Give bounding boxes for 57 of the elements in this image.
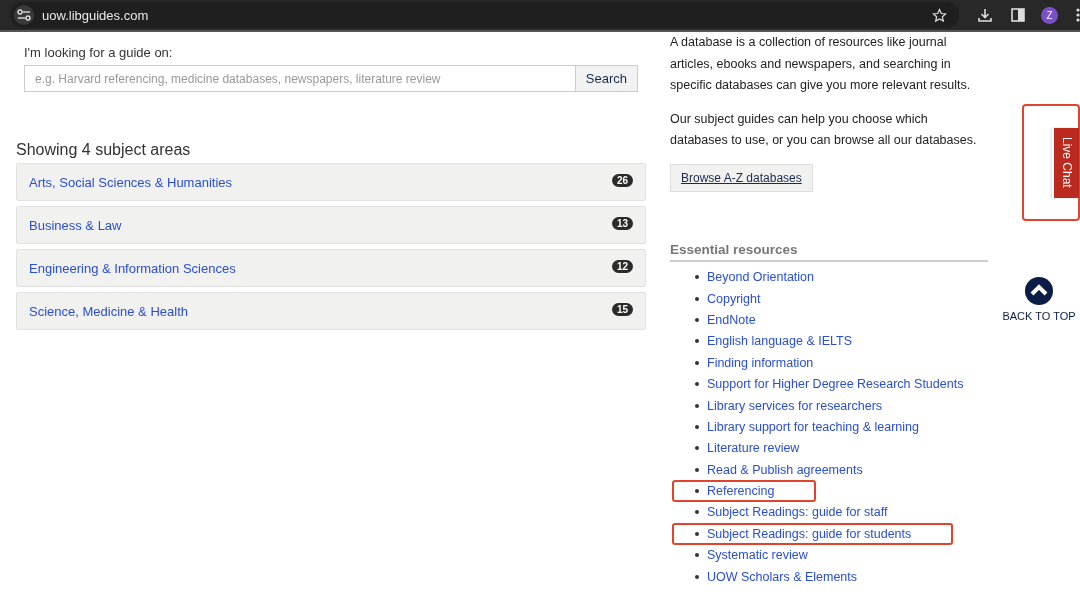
bullet-icon xyxy=(695,339,699,344)
guide-count-badge: 12 xyxy=(611,260,633,273)
bullet-icon xyxy=(695,553,699,558)
subject-link[interactable]: Science, Medicine & Health xyxy=(29,303,188,319)
bullet-icon xyxy=(695,574,699,579)
address-bar[interactable]: uow.libguides.com xyxy=(10,2,960,28)
download-icon[interactable] xyxy=(977,7,994,23)
subject-link[interactable]: Business & Law xyxy=(29,217,122,233)
resource-link[interactable]: Library services for researchers xyxy=(707,398,883,413)
guide-count-badge: 15 xyxy=(611,303,633,316)
paragraph: A database is a collection of resources like journal articles, ebooks and newspapers, and searching in specific databases can give you more relevant results. xyxy=(670,34,972,94)
live-chat-tab[interactable]: Live Chat xyxy=(1054,127,1079,198)
bullet-icon xyxy=(695,296,699,301)
bullet-icon xyxy=(695,360,699,365)
profile-avatar[interactable]: Z xyxy=(1041,6,1058,24)
browse-databases-button[interactable]: Browse A-Z databases xyxy=(670,163,813,192)
bullet-icon xyxy=(695,275,699,280)
bullet-icon xyxy=(695,317,699,322)
search-button[interactable]: Search xyxy=(575,65,638,92)
site-settings-icon[interactable] xyxy=(14,5,34,25)
resource-link[interactable]: Subject Readings: guide for students xyxy=(707,526,912,541)
resource-link[interactable]: Systematic review xyxy=(707,548,808,563)
resource-link[interactable]: UOW Scholars & Elements xyxy=(707,569,858,584)
resource-link[interactable]: Beyond Orientation xyxy=(707,270,814,285)
bullet-icon xyxy=(695,467,699,472)
subject-areas-heading: Showing 4 subject areas xyxy=(16,141,192,160)
resource-link[interactable]: Support for Higher Degree Research Students xyxy=(707,377,964,392)
resource-link[interactable]: Finding information xyxy=(707,355,814,370)
url-text: uow.libguides.com xyxy=(42,7,150,23)
resource-link[interactable]: Referencing xyxy=(707,484,775,499)
back-to-top-link[interactable]: BACK TO TOP xyxy=(1002,310,1076,322)
bullet-icon xyxy=(695,403,699,408)
paragraph: Our subject guides can help you choose which databases to use, or you can browse all our databases. xyxy=(670,110,978,149)
bookmark-star-icon[interactable] xyxy=(932,7,948,23)
bullet-icon xyxy=(695,489,699,494)
resource-link[interactable]: Library support for teaching & learning xyxy=(707,419,919,434)
resource-link[interactable]: Subject Readings: guide for staff xyxy=(707,505,888,520)
side-panel-icon[interactable] xyxy=(1011,8,1025,22)
bullet-icon xyxy=(695,510,699,515)
resource-link[interactable]: English language & IELTS xyxy=(707,334,852,349)
more-menu-icon[interactable] xyxy=(1076,8,1080,22)
bullet-icon xyxy=(695,446,699,451)
bullet-icon xyxy=(695,424,699,429)
back-to-top-icon[interactable] xyxy=(1025,277,1053,305)
guide-count-badge: 13 xyxy=(611,217,633,230)
bullet-icon xyxy=(695,531,699,536)
subject-link[interactable]: Engineering & Information Sciences xyxy=(29,260,236,276)
resource-link[interactable]: Read & Publish agreements xyxy=(707,462,863,477)
search-label: I'm looking for a guide on: xyxy=(24,45,174,62)
subject-link[interactable]: Arts, Social Sciences & Humanities xyxy=(29,174,233,190)
resource-link[interactable]: Copyright xyxy=(707,291,761,306)
resource-link[interactable]: Literature review xyxy=(707,441,800,456)
essential-resources-heading: Essential resources xyxy=(670,241,988,262)
resource-link[interactable]: EndNote xyxy=(707,312,756,327)
bullet-icon xyxy=(695,382,699,387)
guide-count-badge: 26 xyxy=(611,174,633,187)
search-field[interactable]: e.g. Harvard referencing, medicine databases, newspapers, literature review xyxy=(24,65,576,92)
